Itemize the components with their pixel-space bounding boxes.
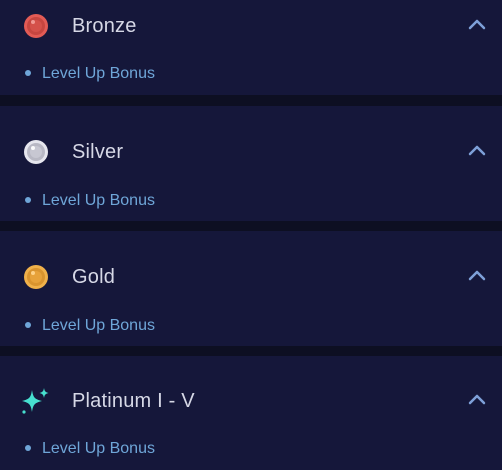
bullet-dot xyxy=(25,322,31,328)
bullet-dot xyxy=(25,70,31,76)
tier-header[interactable]: Silver xyxy=(0,126,502,176)
bullet-dot xyxy=(25,197,31,203)
chevron-up-icon[interactable] xyxy=(466,140,488,162)
tier-header[interactable]: Gold xyxy=(0,251,502,301)
chevron-up-icon[interactable] xyxy=(466,389,488,411)
tier-header[interactable]: Bronze xyxy=(0,0,502,50)
level-up-bonus-link[interactable]: Level Up Bonus xyxy=(42,192,155,210)
level-up-bonus-link[interactable]: Level Up Bonus xyxy=(42,65,155,83)
bonus-list-item: Level Up Bonus xyxy=(0,60,502,88)
level-up-bonus-link[interactable]: Level Up Bonus xyxy=(42,317,155,335)
tier-title: Silver xyxy=(72,141,124,163)
bronze-coin-icon xyxy=(24,14,48,38)
chevron-up-icon[interactable] xyxy=(466,14,488,36)
chevron-up-icon[interactable] xyxy=(466,265,488,287)
sparkle-icon xyxy=(22,388,49,414)
tier-card-gold: Gold Level Up Bonus xyxy=(0,231,502,346)
silver-coin-icon xyxy=(24,140,48,164)
level-up-bonus-link[interactable]: Level Up Bonus xyxy=(42,440,155,458)
tier-card-silver: Silver Level Up Bonus xyxy=(0,106,502,221)
tier-title: Gold xyxy=(72,266,116,288)
tier-header[interactable]: Platinum I - V xyxy=(0,375,502,425)
bullet-dot xyxy=(25,445,31,451)
bonus-list-item: Level Up Bonus xyxy=(0,435,502,463)
tier-title: Platinum I - V xyxy=(72,390,195,412)
tier-card-platinum: Platinum I - V Level Up Bonus xyxy=(0,356,502,470)
gold-coin-icon xyxy=(24,265,48,289)
tier-title: Bronze xyxy=(72,15,137,37)
bonus-list-item: Level Up Bonus xyxy=(0,187,502,215)
bonus-list-item: Level Up Bonus xyxy=(0,312,502,340)
tier-card-bronze: Bronze Level Up Bonus xyxy=(0,0,502,95)
tier-list: Bronze Level Up Bonus Silver Level Up Bo… xyxy=(0,0,502,470)
